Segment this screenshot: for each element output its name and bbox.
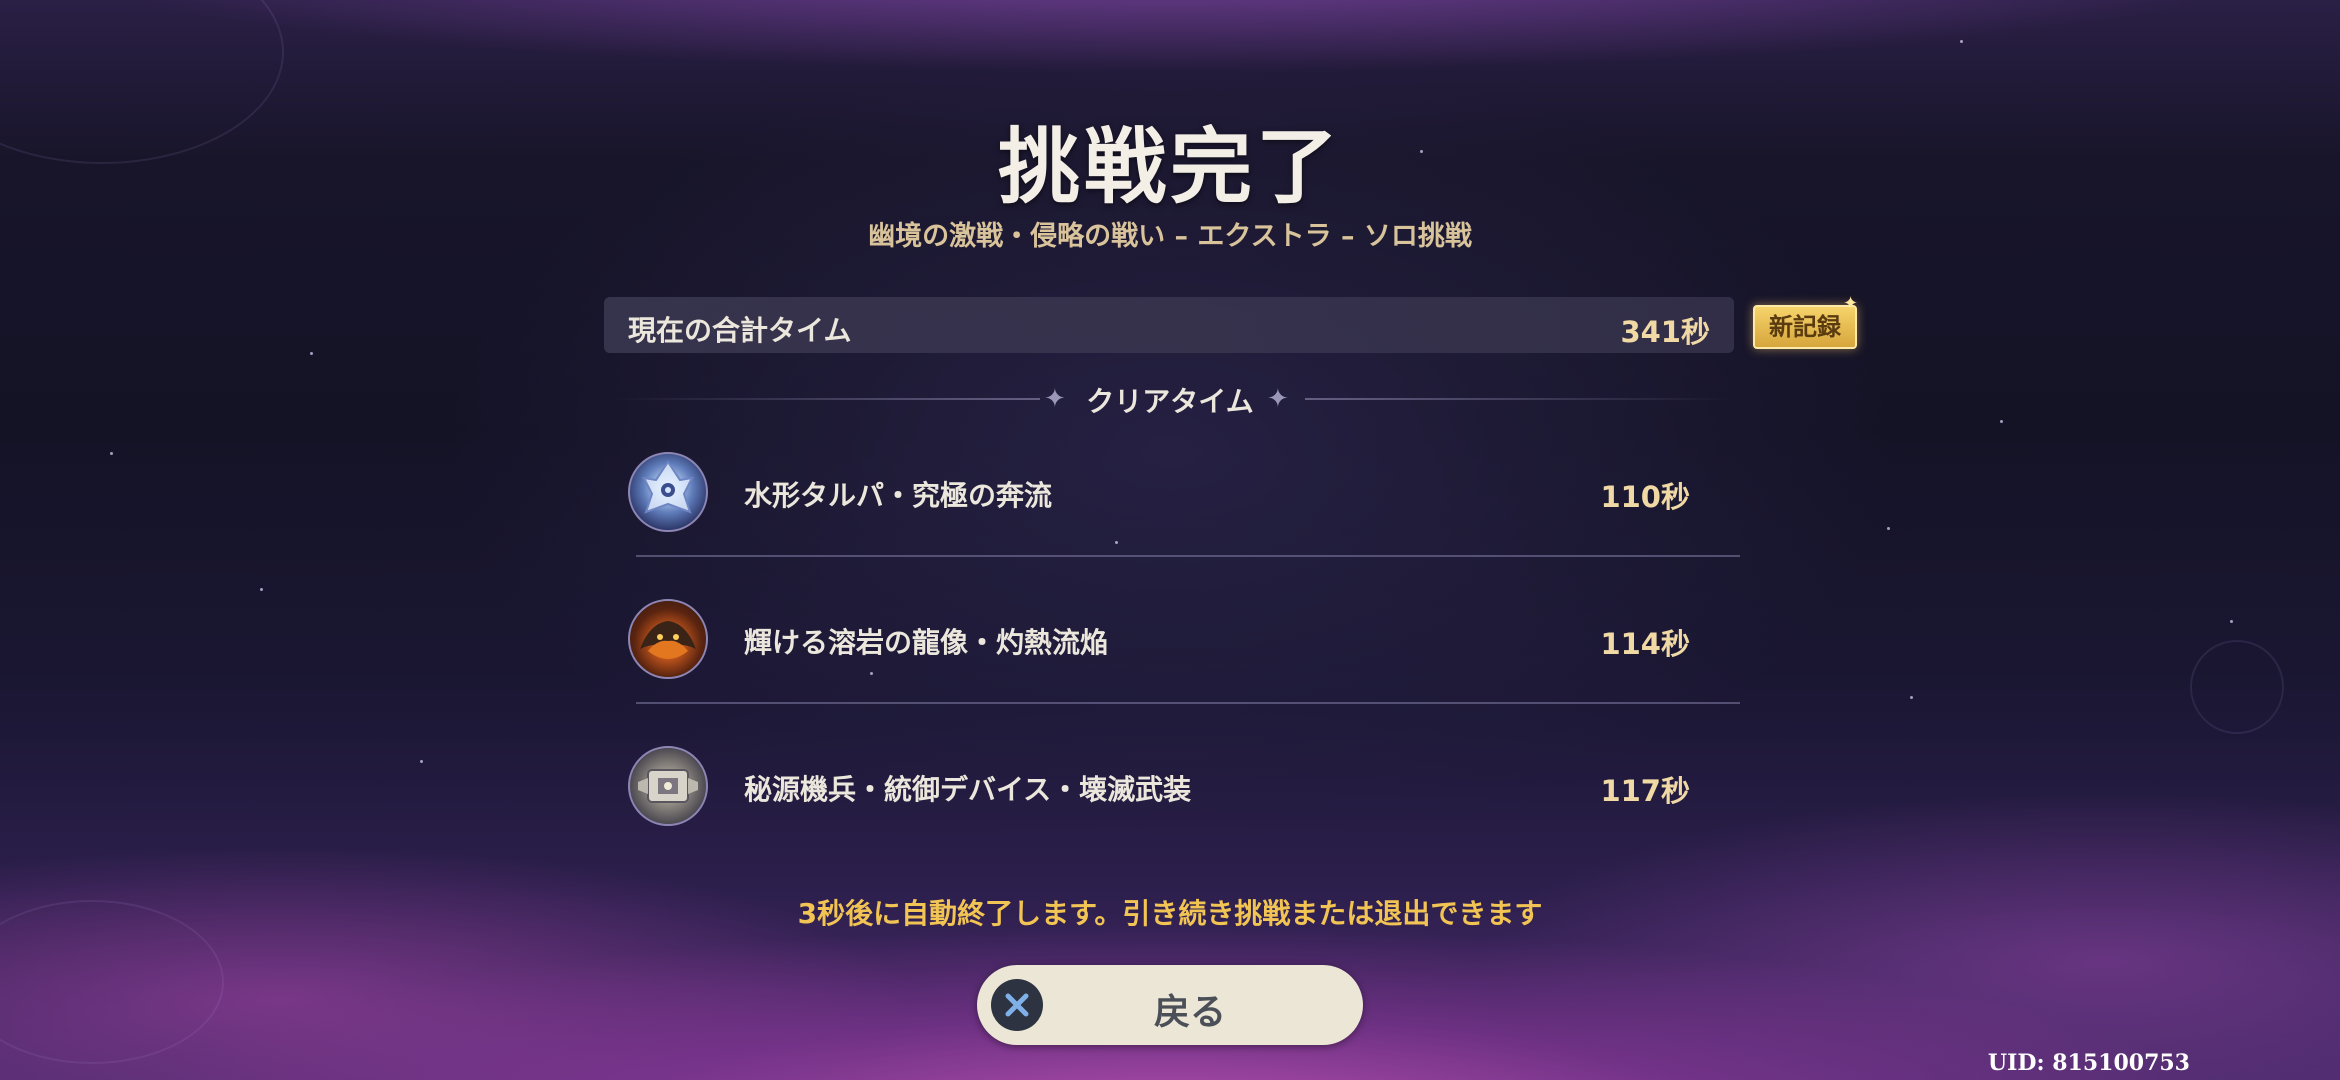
back-button-label: 戻る [1153, 992, 1226, 1033]
auto-exit-notice: 3秒後に自動終了します。引き続き挑戦または退出できます [797, 897, 1543, 930]
boss-name: 輝ける溶岩の龍像・灼熱流焔 [744, 626, 1109, 659]
total-time-bar: 現在の合計タイム 341秒 [604, 297, 1734, 353]
sparkle-icon: ✦ [1843, 293, 1859, 314]
row-divider [636, 702, 1740, 704]
lava-dragon-statue-portrait-icon [628, 599, 708, 679]
new-record-badge: 新記録 [1753, 305, 1857, 349]
boss-row: 水形タルパ・究極の奔流 110秒 [628, 448, 1740, 538]
back-button[interactable]: 戻る [977, 965, 1363, 1045]
divider-line-right [1305, 398, 1730, 400]
section-label: クリアタイム [1086, 385, 1254, 418]
boss-clear-time: 114秒 [1600, 627, 1690, 661]
page-title: 挑戦完了 [997, 120, 1342, 215]
boss-clear-time: 117秒 [1600, 774, 1690, 808]
secret-source-automaton-portrait-icon [628, 746, 708, 826]
uid-label: UID: 815100753 [1987, 1050, 2190, 1076]
total-time-value: 341秒 [1620, 315, 1710, 349]
hydro-tulpa-portrait-icon [628, 452, 708, 532]
boss-name: 秘源機兵・統御デバイス・壊滅武装 [744, 773, 1192, 806]
boss-row: 輝ける溶岩の龍像・灼熱流焔 114秒 [628, 595, 1740, 685]
decorative-ring-right [2190, 640, 2284, 734]
row-divider [636, 555, 1740, 557]
challenge-subtitle: 幽境の激戦・侵略の戦い – エクストラ – ソロ挑戦 [868, 221, 1472, 252]
total-time-label: 現在の合計タイム [628, 314, 852, 347]
boss-row: 秘源機兵・統御デバイス・壊滅武装 117秒 [628, 742, 1740, 832]
boss-name: 水形タルパ・究極の奔流 [744, 479, 1053, 512]
divider-star-icon: ✦ [1267, 384, 1289, 414]
boss-clear-time: 110秒 [1600, 480, 1690, 514]
